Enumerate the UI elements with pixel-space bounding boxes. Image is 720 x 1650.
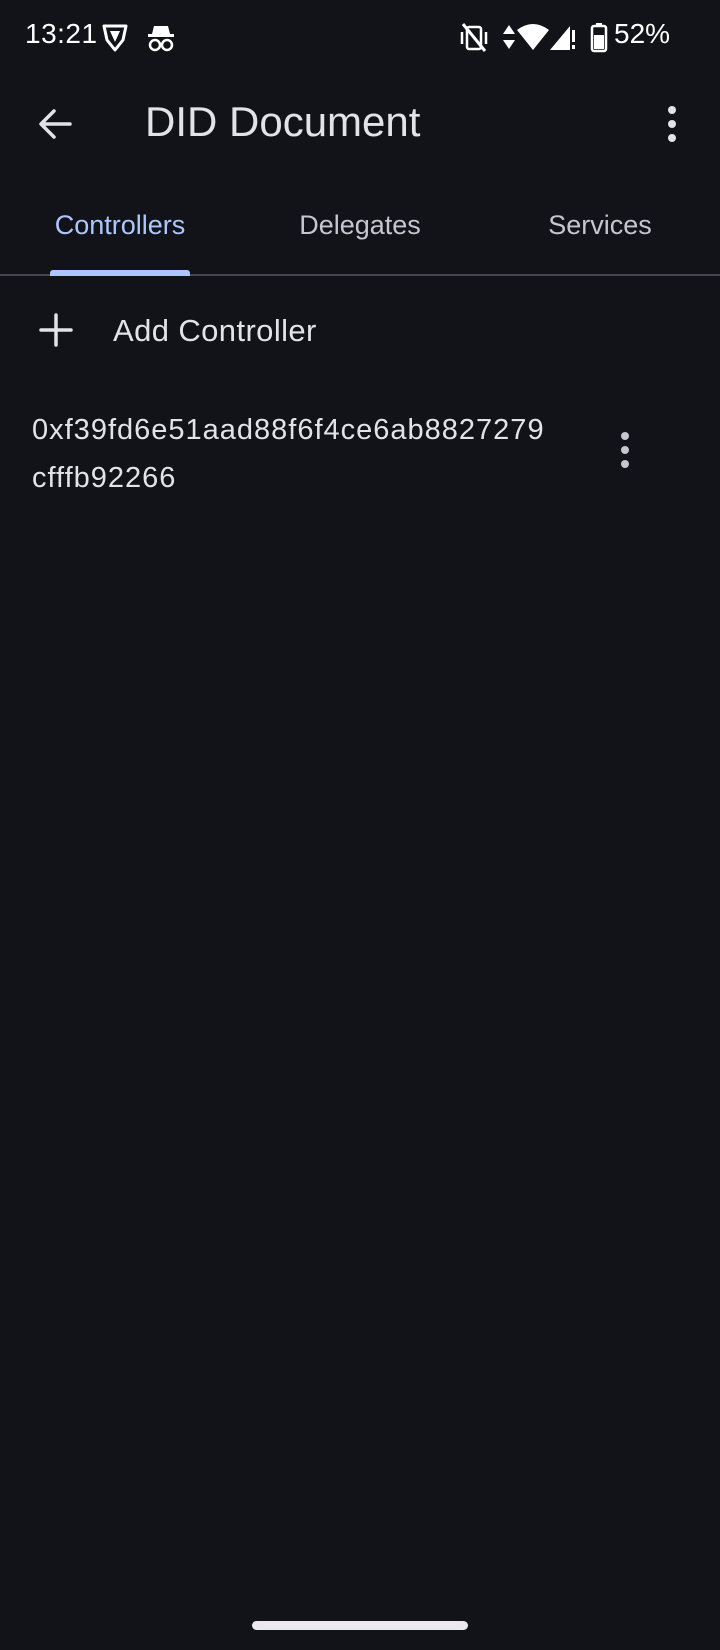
add-controller-button[interactable]: Add Controller: [0, 286, 720, 378]
arrow-back-icon[interactable]: [32, 100, 80, 148]
active-tab-indicator: [50, 270, 190, 276]
tab-bar: Controllers Delegates Services: [0, 176, 720, 276]
page-title: DID Document: [145, 98, 421, 145]
signal-icon: [550, 26, 575, 50]
status-time: 13:21: [25, 18, 98, 49]
vpn-shield-icon: [102, 24, 128, 52]
incognito-icon: [148, 26, 174, 52]
more-vert-icon[interactable]: [603, 426, 647, 474]
add-controller-label: Add Controller: [113, 313, 317, 348]
status-bar: 13:21 52%: [0, 0, 720, 72]
list-item: 0xf39fd6e51aad88f6f4ce6ab8827279cfffb922…: [0, 400, 720, 510]
tab-services[interactable]: Services: [480, 176, 720, 274]
tab-controllers[interactable]: Controllers: [0, 176, 240, 274]
battery-icon: [590, 23, 608, 53]
wifi-icon: [517, 24, 549, 50]
mute-vibrate-icon: [460, 23, 488, 52]
data-arrows-icon: [503, 25, 515, 49]
plus-icon: [39, 313, 73, 347]
controller-address: 0xf39fd6e51aad88f6f4ce6ab8827279cfffb922…: [32, 414, 545, 494]
more-vert-icon[interactable]: [648, 100, 696, 148]
home-indicator[interactable]: [252, 1621, 468, 1630]
battery-percent: 52%: [614, 18, 671, 49]
top-app-bar: DID Document: [0, 72, 720, 176]
tab-delegates[interactable]: Delegates: [240, 176, 480, 274]
